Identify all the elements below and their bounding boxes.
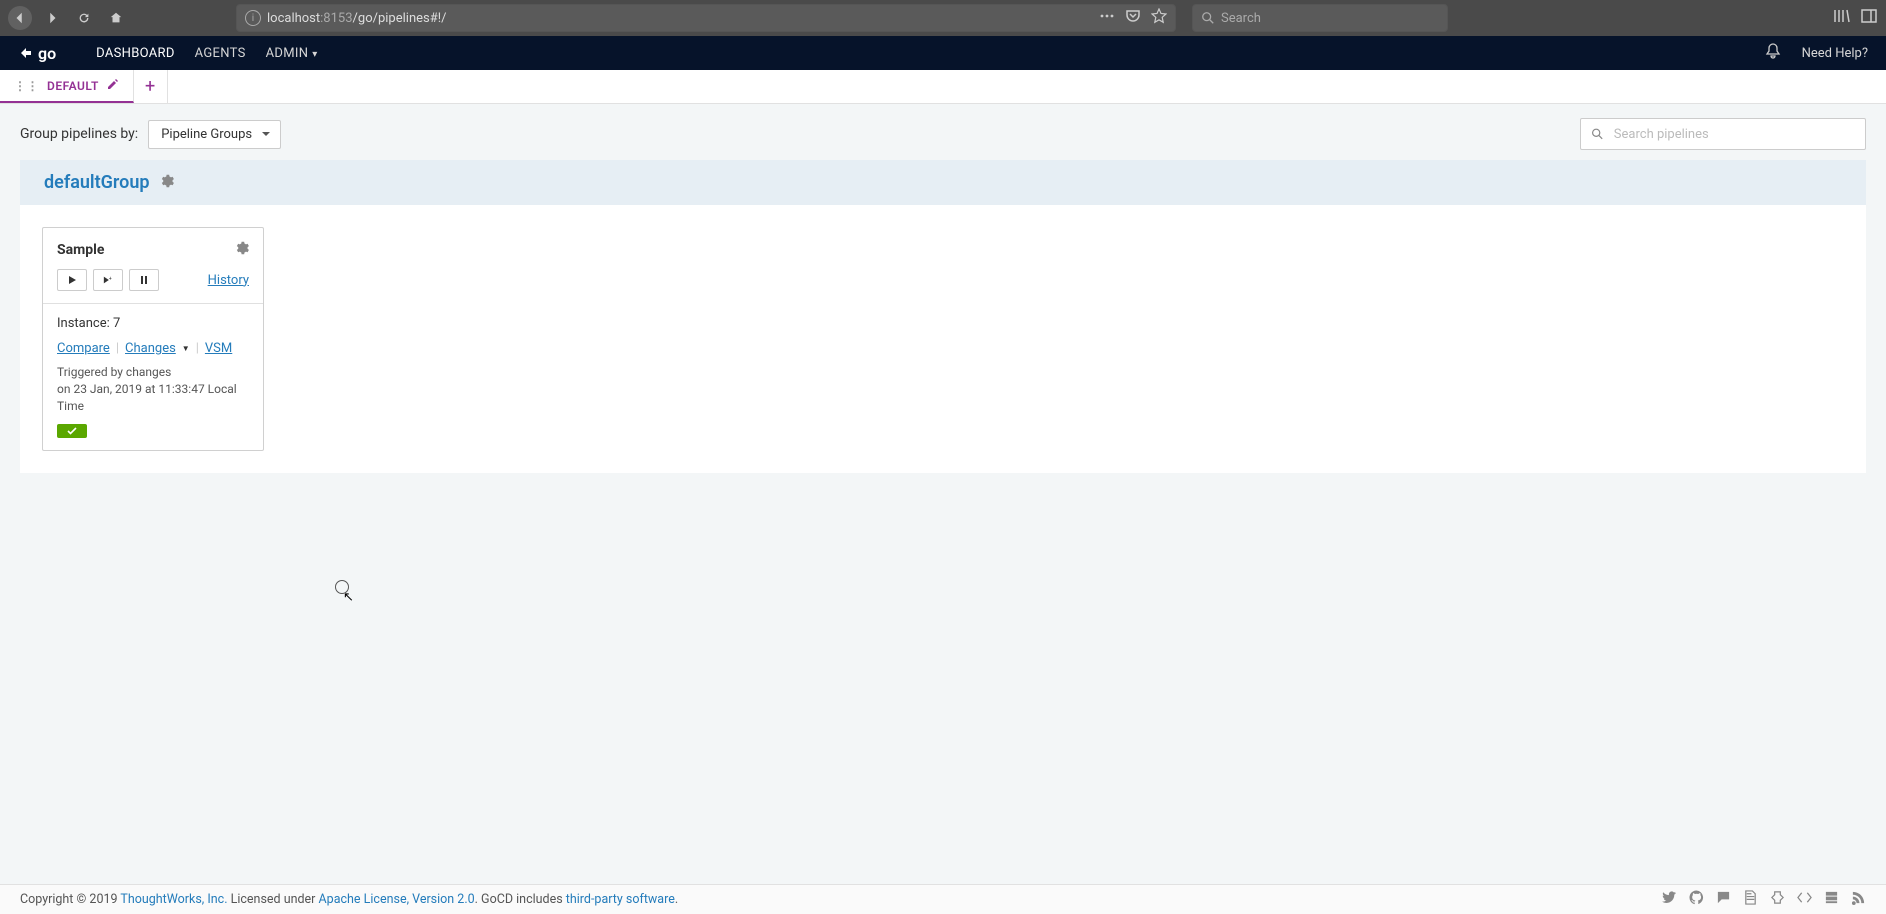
thoughtworks-link[interactable]: ThoughtWorks, Inc. bbox=[120, 892, 227, 907]
pause-button[interactable] bbox=[129, 269, 159, 291]
app-nav: go DASHBOARD AGENTS ADMIN▾ Need Help? bbox=[0, 36, 1886, 70]
server-icon[interactable] bbox=[1824, 890, 1839, 909]
group-settings-icon[interactable] bbox=[160, 173, 174, 192]
search-icon bbox=[1591, 127, 1604, 141]
library-icon[interactable] bbox=[1832, 7, 1850, 29]
docs-icon[interactable] bbox=[1743, 890, 1758, 909]
nav-dashboard[interactable]: DASHBOARD bbox=[96, 46, 175, 61]
instance-label: Instance: 7 bbox=[57, 316, 249, 331]
vsm-link[interactable]: VSM bbox=[205, 341, 232, 356]
play-button[interactable] bbox=[57, 269, 87, 291]
url-text: localhost:8153/go/pipelines#!/ bbox=[267, 11, 446, 26]
browser-back-button[interactable] bbox=[8, 6, 32, 30]
stage-status-passed[interactable] bbox=[57, 424, 87, 438]
add-tab-button[interactable]: + bbox=[134, 70, 168, 103]
nav-agents[interactable]: AGENTS bbox=[195, 46, 246, 61]
group-by-select[interactable]: Pipeline Groups bbox=[148, 120, 281, 149]
browser-home-button[interactable] bbox=[104, 6, 128, 30]
play-with-options-button[interactable]: + bbox=[93, 269, 123, 291]
group-name-link[interactable]: defaultGroup bbox=[44, 172, 150, 193]
compare-link[interactable]: Compare bbox=[57, 341, 110, 356]
notifications-bell-icon[interactable] bbox=[1764, 42, 1782, 64]
group-header: defaultGroup bbox=[20, 160, 1866, 205]
browser-forward-button[interactable] bbox=[40, 6, 64, 30]
bookmark-star-icon[interactable] bbox=[1151, 8, 1167, 28]
sidebar-icon[interactable] bbox=[1860, 7, 1878, 29]
group-body: Sample + History Instance: 7 Compare | C… bbox=[20, 205, 1866, 473]
browser-search-placeholder: Search bbox=[1221, 11, 1261, 26]
plugin-icon[interactable] bbox=[1770, 890, 1785, 909]
twitter-icon[interactable] bbox=[1662, 890, 1677, 909]
history-link[interactable]: History bbox=[208, 273, 249, 288]
triggered-info: Triggered by changes on 23 Jan, 2019 at … bbox=[57, 364, 249, 414]
svg-text:+: + bbox=[109, 276, 112, 282]
github-icon[interactable] bbox=[1689, 890, 1704, 909]
footer: Copyright © 2019 ThoughtWorks, Inc. Lice… bbox=[0, 884, 1886, 914]
pipeline-name: Sample bbox=[57, 242, 104, 258]
api-icon[interactable] bbox=[1797, 890, 1812, 909]
drag-handle-icon[interactable]: ⋮⋮ bbox=[14, 79, 39, 93]
need-help-link[interactable]: Need Help? bbox=[1802, 46, 1868, 61]
pipeline-settings-icon[interactable] bbox=[235, 240, 249, 259]
more-icon[interactable] bbox=[1099, 8, 1115, 28]
tab-default[interactable]: ⋮⋮ DEFAULT bbox=[0, 70, 134, 103]
browser-url-bar[interactable]: i localhost:8153/go/pipelines#!/ bbox=[236, 4, 1176, 32]
gocd-logo[interactable]: go bbox=[18, 44, 56, 63]
chat-icon[interactable] bbox=[1716, 890, 1731, 909]
apache-license-link[interactable]: Apache License, Version 2.0 bbox=[319, 892, 475, 907]
browser-reload-button[interactable] bbox=[72, 6, 96, 30]
caret-down-icon: ▾ bbox=[312, 49, 317, 60]
group-by-label: Group pipelines by: bbox=[20, 126, 138, 142]
pipeline-search-input[interactable] bbox=[1614, 127, 1855, 142]
info-icon[interactable]: i bbox=[245, 10, 261, 26]
edit-tab-icon[interactable] bbox=[107, 78, 119, 93]
pipeline-group-panel: defaultGroup Sample + History Instance: … bbox=[20, 160, 1866, 473]
pocket-icon[interactable] bbox=[1125, 8, 1141, 28]
changes-link[interactable]: Changes bbox=[125, 341, 176, 356]
third-party-link[interactable]: third-party software bbox=[566, 892, 675, 907]
rss-icon[interactable] bbox=[1851, 890, 1866, 909]
toolbar: Group pipelines by: Pipeline Groups bbox=[0, 104, 1886, 160]
browser-chrome: i localhost:8153/go/pipelines#!/ Search bbox=[0, 0, 1886, 36]
pipeline-card: Sample + History Instance: 7 Compare | C… bbox=[42, 227, 264, 451]
pipeline-search[interactable] bbox=[1580, 118, 1866, 150]
view-tab-bar: ⋮⋮ DEFAULT + bbox=[0, 70, 1886, 104]
tab-label: DEFAULT bbox=[47, 79, 99, 93]
nav-admin[interactable]: ADMIN▾ bbox=[266, 46, 318, 61]
changes-dropdown-icon[interactable]: ▼ bbox=[182, 344, 190, 353]
browser-search-box[interactable]: Search bbox=[1192, 4, 1448, 32]
